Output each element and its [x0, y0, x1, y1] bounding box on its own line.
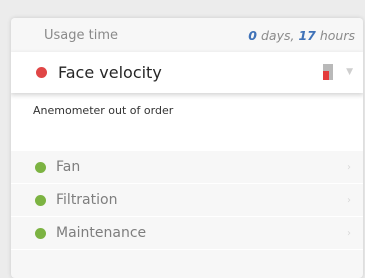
usage-hours-unit: hours	[319, 27, 355, 43]
usage-days-unit: days,	[260, 27, 295, 43]
usage-days-value: 0	[248, 27, 257, 43]
status-dot-red	[36, 67, 47, 78]
filter-status-icon	[323, 64, 333, 80]
list-item-fan[interactable]: Fan ›	[11, 151, 363, 184]
list-item-maintenance[interactable]: Maintenance ›	[11, 217, 363, 250]
alert-message-text: Anemometer out of order	[33, 104, 174, 117]
usage-time-label: Usage time	[44, 27, 119, 43]
face-velocity-header[interactable]: Face velocity ▼	[11, 52, 363, 93]
usage-time-value: 0 days, 17 hours	[248, 28, 355, 43]
list-item-label: Filtration	[56, 192, 118, 208]
list-item-label: Fan	[56, 159, 81, 175]
list-item-label: Maintenance	[56, 225, 147, 241]
chevron-down-icon[interactable]: ▼	[346, 67, 353, 77]
status-dot-green	[35, 194, 46, 206]
usage-time-row: Usage time 0 days, 17 hours	[11, 18, 363, 52]
alert-message: Anemometer out of order	[11, 93, 363, 151]
chevron-right-icon: ›	[347, 161, 351, 173]
usage-hours-value: 17	[298, 27, 316, 43]
chevron-right-icon: ›	[347, 194, 351, 206]
status-dot-green	[35, 227, 46, 239]
status-dot-green	[35, 161, 46, 173]
status-panel: Usage time 0 days, 17 hours Face velocit…	[11, 18, 363, 278]
chevron-right-icon: ›	[347, 227, 351, 239]
face-velocity-title: Face velocity	[58, 63, 162, 82]
list-item-filtration[interactable]: Filtration ›	[11, 184, 363, 217]
